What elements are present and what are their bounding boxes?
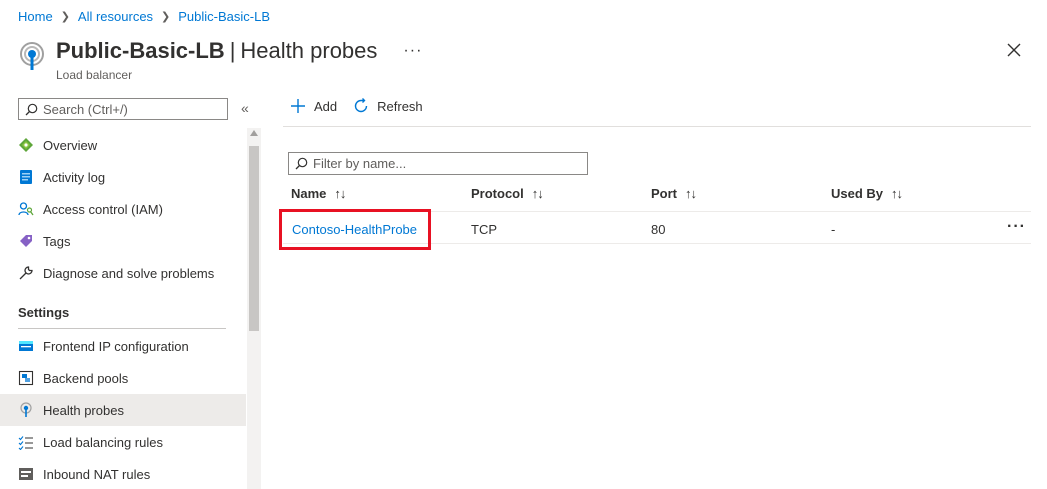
sidebar-item-label: Load balancing rules [43,434,163,450]
chevron-right-icon: ❯ [60,11,70,23]
sidebar-item-inbound-nat[interactable]: Inbound NAT rules [0,458,246,489]
sidebar-scroll-thumb[interactable] [249,146,259,331]
refresh-label: Refresh [377,98,423,114]
sidebar-search-input[interactable] [43,101,223,117]
page-title: Public-Basic-LB | Health probes ··· [56,38,422,64]
sidebar-search[interactable] [18,98,228,120]
resource-name: Public-Basic-LB [56,38,225,63]
sort-icon[interactable]: ↑↓ [685,186,697,201]
command-bar: Add Refresh [290,98,439,114]
column-header-name[interactable]: Name ↑↓ [291,186,346,201]
chevron-right-icon: ❯ [161,11,171,23]
resource-type: Load balancer [56,68,133,82]
sidebar-item-frontend-ip[interactable]: Frontend IP configuration [0,330,246,362]
sidebar-item-tags[interactable]: Tags [0,225,246,257]
refresh-icon [354,98,368,113]
scroll-up-icon[interactable] [250,130,258,136]
search-icon [25,103,38,115]
column-label: Used By [831,186,884,201]
sidebar-item-label: Diagnose and solve problems [43,265,215,281]
breadcrumb-home[interactable]: Home [18,9,53,24]
title-separator: | [229,38,236,63]
sidebar-item-label: Backend pools [43,370,129,386]
sidebar-item-lb-rules[interactable]: Load balancing rules [0,426,246,458]
filter-box[interactable] [288,152,588,175]
nat-rules-icon [18,466,34,482]
column-label: Protocol [471,186,524,201]
sidebar-item-health-probes[interactable]: Health probes [0,394,246,426]
blade-title: Health probes [240,38,378,63]
health-probe-icon [20,42,44,70]
highlight-annotation [279,209,431,250]
sidebar-item-label: Overview [43,137,98,153]
sidebar-item-activity-log[interactable]: Activity log [0,161,246,193]
sort-icon[interactable]: ↑↓ [891,186,903,201]
activity-log-icon [18,169,34,185]
sidebar-item-iam[interactable]: Access control (IAM) [0,193,246,225]
sort-icon[interactable]: ↑↓ [532,186,544,201]
refresh-button[interactable]: Refresh [353,98,423,114]
overview-icon [18,137,34,153]
breadcrumb-all-resources[interactable]: All resources [78,9,153,24]
sidebar-item-label: Frontend IP configuration [43,338,189,354]
breadcrumb-resource[interactable]: Public-Basic-LB [178,9,270,24]
row-more-options-icon[interactable]: ··· [1007,218,1026,236]
collapse-sidebar-icon[interactable]: « [241,100,249,116]
column-header-port[interactable]: Port ↑↓ [651,186,697,201]
rules-list-icon [18,434,34,450]
search-icon [295,157,308,170]
sidebar-item-label: Tags [43,233,71,249]
settings-section-label: Settings [18,305,70,320]
probe-port: 80 [651,222,666,237]
add-button[interactable]: Add [290,98,337,114]
sidebar-item-label: Access control (IAM) [43,201,163,217]
column-header-protocol[interactable]: Protocol ↑↓ [471,186,544,201]
tag-icon [18,233,34,249]
sidebar-item-label: Inbound NAT rules [43,466,151,482]
backend-pools-icon [18,370,34,386]
section-divider [18,328,226,329]
column-header-used-by[interactable]: Used By ↑↓ [831,186,903,201]
plus-icon [291,99,305,113]
column-label: Name [291,186,327,201]
probe-protocol: TCP [471,222,497,237]
sort-icon[interactable]: ↑↓ [334,186,346,201]
filter-input[interactable] [313,156,583,171]
more-options-icon[interactable]: ··· [403,40,422,62]
toolbar-divider [283,126,1031,127]
add-label: Add [314,98,338,114]
sidebar-item-label: Activity log [43,169,106,185]
column-label: Port [651,186,677,201]
breadcrumb: Home ❯ All resources ❯ Public-Basic-LB [18,9,270,24]
iam-icon [18,201,34,217]
probe-used-by: - [831,222,836,237]
page-header: Public-Basic-LB | Health probes ··· Load… [18,38,422,82]
close-icon[interactable] [1006,42,1022,58]
sidebar-item-diagnose[interactable]: Diagnose and solve problems [0,257,246,289]
sidebar-item-backend-pools[interactable]: Backend pools [0,362,246,394]
wrench-icon [18,265,34,281]
sidebar-item-label: Health probes [43,402,124,418]
health-probe-icon [18,402,34,418]
frontend-ip-icon [18,338,34,354]
sidebar-item-overview[interactable]: Overview [0,129,246,161]
